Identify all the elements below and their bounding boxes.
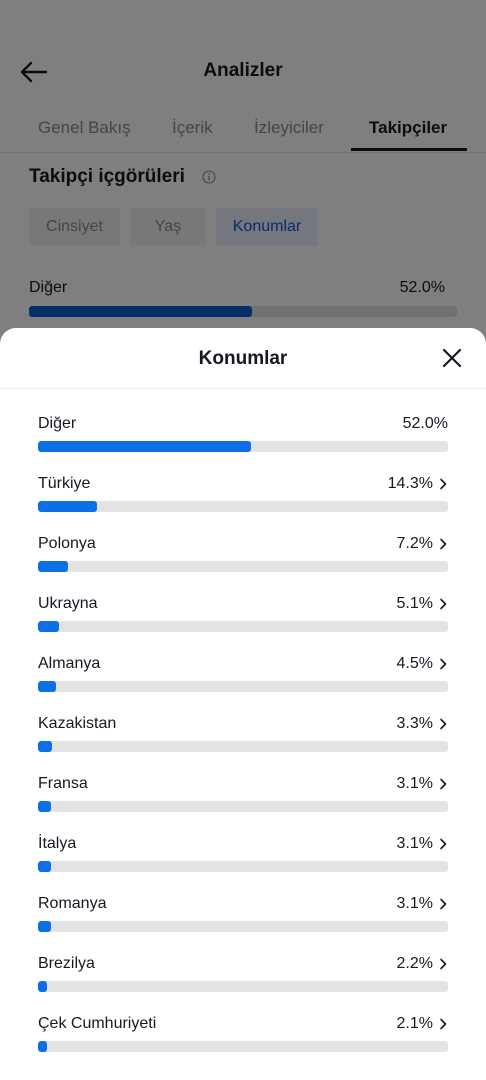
location-label: Polonya [38,535,96,552]
chevron-right-icon [440,538,447,550]
location-percent: 3.1% [396,775,433,792]
location-label: İtalya [38,835,77,852]
location-label: Almanya [38,655,101,672]
location-row[interactable]: Romanya 3.1% [0,868,486,932]
location-label: Fransa [38,775,88,792]
location-row[interactable]: Polonya 7.2% [0,508,486,572]
chevron-right-icon [440,658,447,670]
location-row[interactable]: Brezilya 2.2% [0,928,486,992]
location-label: Kazakistan [38,715,117,732]
chevron-right-icon [440,478,447,490]
location-label: Romanya [38,895,107,912]
location-label: Brezilya [38,955,95,972]
location-percent: 2.2% [396,955,433,972]
chevron-right-icon [440,898,447,910]
location-percent: 52.0% [402,415,448,432]
location-percent: 3.1% [396,895,433,912]
location-value-group: 14.3% [388,475,448,493]
location-bar-fill [38,1041,47,1052]
chevron-right-icon [440,838,447,850]
location-value-group: 2.2% [397,955,448,973]
location-value-group: 52.0% [403,415,448,433]
location-value-group: 2.1% [397,1015,448,1033]
location-percent: 14.3% [387,475,433,492]
location-label: Ukrayna [38,595,98,612]
location-value-group: 7.2% [397,535,448,553]
location-row[interactable]: Türkiye 14.3% [0,448,486,512]
location-row[interactable]: Almanya 4.5% [0,628,486,692]
location-row[interactable]: Ukrayna 5.1% [0,568,486,632]
location-percent: 3.3% [396,715,433,732]
location-row[interactable]: Kazakistan 3.3% [0,688,486,752]
location-value-group: 3.1% [397,895,448,913]
location-row[interactable]: İtalya 3.1% [0,808,486,872]
sheet-title: Konumlar [198,348,288,369]
location-bar [38,1041,448,1052]
location-percent: 3.1% [396,835,433,852]
location-percent: 7.2% [396,535,433,552]
chevron-right-icon [440,598,447,610]
location-value-group: 3.3% [397,715,448,733]
location-value-group: 5.1% [397,595,448,613]
location-row[interactable]: Fransa 3.1% [0,748,486,812]
location-percent: 5.1% [396,595,433,612]
chevron-right-icon [440,718,447,730]
location-value-group: 4.5% [397,655,448,673]
chevron-right-icon [440,1018,447,1030]
close-icon [442,348,462,368]
location-label: Türkiye [38,475,91,492]
location-percent: 2.1% [396,1015,433,1032]
locations-sheet: Konumlar Diğer 52.0% Türkiye 14.3% Polonya 7.… [0,328,486,1080]
close-button[interactable] [438,344,466,372]
sheet-header: Konumlar [0,328,486,389]
chevron-right-icon [440,958,447,970]
location-value-group: 3.1% [397,775,448,793]
location-percent: 4.5% [396,655,433,672]
location-row: Diğer 52.0% [0,388,486,452]
location-label: Diğer [38,415,77,432]
location-value-group: 3.1% [397,835,448,853]
location-row[interactable]: Çek Cumhuriyeti 2.1% [0,988,486,1052]
location-label: Çek Cumhuriyeti [38,1015,157,1032]
chevron-right-icon [440,778,447,790]
